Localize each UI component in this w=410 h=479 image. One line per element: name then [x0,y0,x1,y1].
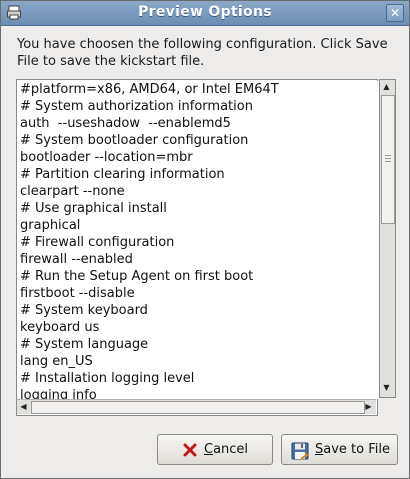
config-text-content[interactable]: #platform=x86, AMD64, or Intel EM64T # Sy… [18,81,379,399]
cancel-label: Cancel [204,442,249,457]
config-line: # System bootloader configuration [20,133,249,148]
floppy-disk-icon [291,442,309,460]
preview-options-dialog: Preview Options ✕ You have choosen the f… [0,0,410,479]
close-icon: ✕ [389,6,401,20]
close-button[interactable]: ✕ [386,4,404,22]
save-to-file-label: Save to File [315,442,390,457]
config-line: keyboard us [20,320,100,335]
config-line: # Run the Setup Agent on first boot [20,269,254,284]
config-line: graphical [20,218,81,233]
window-title: Preview Options [138,4,272,20]
grip-line [385,158,391,159]
scroll-up-arrow-icon[interactable]: ▲ [380,80,393,94]
config-line: # Use graphical install [20,201,167,216]
config-line: # System authorization information [20,99,253,114]
config-line: clearpart --none [20,184,125,199]
intro-text: You have choosen the following configura… [17,37,388,69]
vertical-scroll-thumb[interactable] [381,95,395,224]
config-line: auth --useshadow --enablemd5 [20,116,231,131]
config-line: # Firewall configuration [20,235,175,250]
config-line: logging info [20,388,97,399]
config-line: firstboot --disable [20,286,135,301]
vertical-scrollbar[interactable]: ▲ ▼ [379,79,396,398]
config-line: #platform=x86, AMD64, or Intel EM64T [20,82,279,97]
grip-line [385,155,391,156]
save-to-file-button[interactable]: Save to File [281,434,398,465]
config-text-view[interactable]: #platform=x86, AMD64, or Intel EM64T # Sy… [16,79,379,416]
scroll-left-arrow-icon[interactable]: ◀ [17,400,30,414]
config-line: # Partition clearing information [20,167,225,182]
config-line: # Installation logging level [20,371,195,386]
cancel-button[interactable]: Cancel [157,434,273,465]
config-line: firewall --enabled [20,252,133,267]
horizontal-scroll-thumb[interactable] [31,401,365,414]
grip-line [385,161,391,162]
scroll-right-arrow-icon[interactable]: ▶ [362,400,375,414]
config-line: lang en_US [20,354,93,369]
config-line: bootloader --location=mbr [20,150,193,165]
title-bar[interactable]: Preview Options ✕ [1,1,409,26]
horizontal-scrollbar[interactable]: ◀ ▶ [17,399,376,414]
config-line: # System keyboard [20,303,148,318]
cancel-x-icon [182,442,198,458]
scroll-down-arrow-icon[interactable]: ▼ [380,381,393,395]
config-line: # System language [20,337,149,352]
